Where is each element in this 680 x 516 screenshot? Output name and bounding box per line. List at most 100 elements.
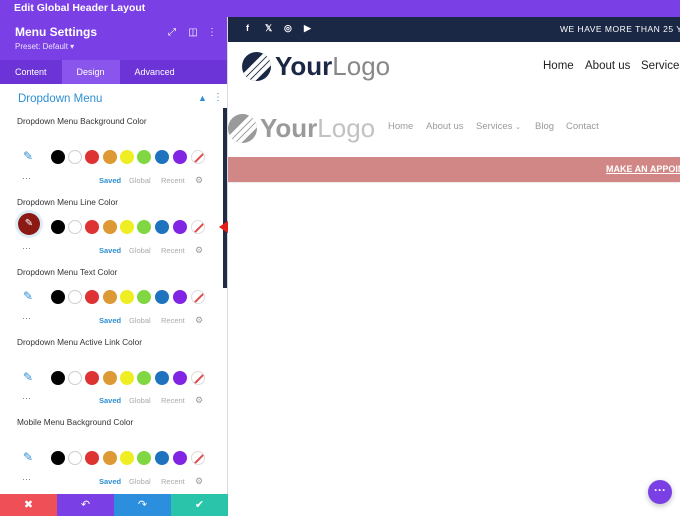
color-swatch[interactable]	[137, 290, 151, 304]
no-color-icon[interactable]	[191, 220, 205, 234]
global-colors-tab[interactable]: Global	[129, 176, 151, 185]
no-color-icon[interactable]	[191, 451, 205, 465]
color-swatch[interactable]	[155, 451, 169, 465]
gear-icon[interactable]: ⚙	[195, 395, 203, 406]
gear-icon[interactable]: ⚙	[195, 476, 203, 487]
color-swatch[interactable]	[120, 290, 134, 304]
eyedropper-icon[interactable]: ✎	[17, 286, 39, 306]
color-swatch[interactable]	[120, 150, 134, 164]
global-colors-tab[interactable]: Global	[129, 396, 151, 405]
color-swatch[interactable]	[68, 451, 82, 465]
tab-design[interactable]: Design	[61, 60, 120, 84]
no-color-icon[interactable]	[191, 290, 205, 304]
site-logo-secondary[interactable]: YourLogo	[260, 113, 375, 144]
eyedropper-icon[interactable]: ✎	[17, 447, 39, 467]
color-swatch[interactable]	[137, 220, 151, 234]
color-swatch[interactable]	[68, 150, 82, 164]
main-nav-services[interactable]: Services	[641, 60, 680, 72]
color-swatch[interactable]	[51, 150, 65, 164]
secondary-nav-about[interactable]: About us	[426, 121, 464, 132]
secondary-nav-blog[interactable]: Blog	[535, 121, 554, 132]
no-color-icon[interactable]	[191, 371, 205, 385]
recent-colors-tab[interactable]: Recent	[161, 176, 185, 185]
color-swatch[interactable]	[173, 290, 187, 304]
color-swatch[interactable]	[85, 371, 99, 385]
x-icon[interactable]: 𝕏	[265, 23, 272, 34]
preset-selector[interactable]: Preset: Default ▾	[15, 42, 74, 51]
recent-colors-tab[interactable]: Recent	[161, 477, 185, 486]
eyedropper-icon[interactable]: ✎	[18, 213, 40, 235]
saved-colors-tab[interactable]: Saved	[99, 396, 121, 405]
recent-colors-tab[interactable]: Recent	[161, 316, 185, 325]
appointment-link[interactable]: MAKE AN APPOIN	[606, 164, 680, 174]
more-horizontal-icon[interactable]: ···	[22, 474, 31, 484]
color-swatch[interactable]	[51, 451, 65, 465]
gear-icon[interactable]: ⚙	[195, 245, 203, 256]
color-swatch[interactable]	[155, 371, 169, 385]
color-swatch[interactable]	[137, 150, 151, 164]
instagram-icon[interactable]: ◎	[284, 23, 292, 34]
color-swatch[interactable]	[120, 220, 134, 234]
secondary-nav-contact[interactable]: Contact	[566, 121, 599, 132]
eyedropper-icon[interactable]: ✎	[17, 146, 39, 166]
saved-colors-tab[interactable]: Saved	[99, 316, 121, 325]
global-colors-tab[interactable]: Global	[129, 477, 151, 486]
more-horizontal-icon[interactable]: ···	[22, 173, 31, 183]
gear-icon[interactable]: ⚙	[195, 175, 203, 186]
saved-colors-tab[interactable]: Saved	[99, 477, 121, 486]
saved-colors-tab[interactable]: Saved	[99, 176, 121, 185]
color-swatch[interactable]	[103, 220, 117, 234]
secondary-nav-home[interactable]: Home	[388, 121, 413, 132]
section-header[interactable]: Dropdown Menu ▲ ⋮	[0, 84, 227, 114]
color-swatch[interactable]	[85, 290, 99, 304]
color-swatch[interactable]	[51, 371, 65, 385]
color-swatch[interactable]	[51, 220, 65, 234]
section-menu-icon[interactable]: ⋮	[213, 92, 223, 103]
color-swatch[interactable]	[173, 451, 187, 465]
youtube-icon[interactable]: ▶	[304, 23, 311, 34]
gear-icon[interactable]: ⚙	[195, 315, 203, 326]
builder-menu-button[interactable]: ···	[648, 480, 672, 504]
main-nav-home[interactable]: Home	[543, 60, 574, 72]
global-colors-tab[interactable]: Global	[129, 316, 151, 325]
color-swatch[interactable]	[120, 371, 134, 385]
saved-colors-tab[interactable]: Saved	[99, 246, 121, 255]
logo-icon-secondary[interactable]	[228, 114, 257, 143]
chevron-up-icon[interactable]: ▲	[198, 93, 207, 103]
split-view-icon[interactable]: ◫	[186, 26, 200, 40]
secondary-nav-services[interactable]: Services ⌄	[476, 121, 521, 132]
main-nav-about[interactable]: About us	[585, 60, 630, 72]
color-swatch[interactable]	[120, 451, 134, 465]
color-swatch[interactable]	[51, 290, 65, 304]
more-horizontal-icon[interactable]: ···	[22, 393, 31, 403]
facebook-icon[interactable]: f	[246, 23, 249, 33]
color-swatch[interactable]	[68, 290, 82, 304]
more-horizontal-icon[interactable]: ···	[22, 313, 31, 323]
color-swatch[interactable]	[103, 451, 117, 465]
redo-button[interactable]: ↷	[114, 494, 171, 516]
color-swatch[interactable]	[155, 150, 169, 164]
tab-advanced[interactable]: Advanced	[120, 60, 190, 84]
color-swatch[interactable]	[85, 451, 99, 465]
color-swatch[interactable]	[173, 371, 187, 385]
color-swatch[interactable]	[137, 451, 151, 465]
color-swatch[interactable]	[173, 150, 187, 164]
expand-icon[interactable]: ⤢	[165, 26, 179, 40]
recent-colors-tab[interactable]: Recent	[161, 396, 185, 405]
panel-scrollbar[interactable]	[223, 108, 227, 288]
site-logo[interactable]: YourLogo	[275, 51, 390, 82]
global-colors-tab[interactable]: Global	[129, 246, 151, 255]
color-swatch[interactable]	[85, 150, 99, 164]
color-swatch[interactable]	[103, 150, 117, 164]
logo-icon[interactable]	[242, 52, 271, 81]
undo-button[interactable]: ↶	[57, 494, 114, 516]
more-horizontal-icon[interactable]: ···	[22, 243, 31, 253]
recent-colors-tab[interactable]: Recent	[161, 246, 185, 255]
color-swatch[interactable]	[173, 220, 187, 234]
eyedropper-icon[interactable]: ✎	[17, 367, 39, 387]
color-swatch[interactable]	[137, 371, 151, 385]
no-color-icon[interactable]	[191, 150, 205, 164]
color-swatch[interactable]	[103, 371, 117, 385]
save-button[interactable]: ✔	[171, 494, 228, 516]
close-button[interactable]: ✖	[0, 494, 57, 516]
